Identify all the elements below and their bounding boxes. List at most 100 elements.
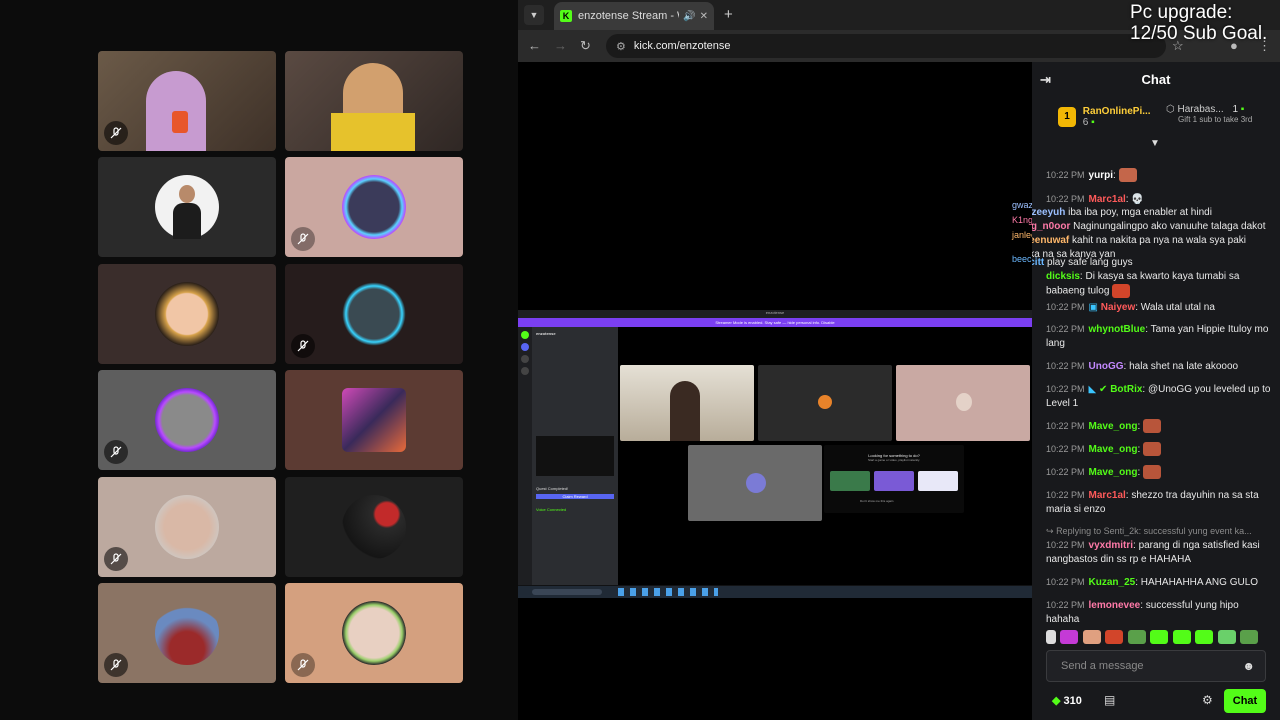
chat-message: K1ng_n0oor Naginungalingpo ako vanuuhe t…	[1032, 221, 1266, 232]
reload-icon[interactable]: ↻	[580, 38, 591, 54]
chat-message: 10:22 PM vyxdmitri: parang di nga satisfi…	[1046, 540, 1260, 565]
chat-message: 10:22 PM yurpi:	[1046, 168, 1274, 183]
gift-note: Gift 1 sub to take 3rd	[1178, 115, 1253, 124]
tab-kick[interactable]: K enzotense Stream - Watch 🔊 ✕	[554, 2, 714, 30]
tab-search-button[interactable]: ▼	[524, 5, 544, 25]
emote-icon[interactable]	[1217, 629, 1236, 644]
activity-card	[918, 471, 958, 491]
avatar	[155, 495, 219, 559]
video-call-grid	[0, 0, 518, 720]
new-tab-plus-icon[interactable]: +	[724, 6, 733, 23]
emote-icon[interactable]	[1127, 629, 1146, 644]
send-chat-button[interactable]: Chat	[1224, 689, 1266, 713]
participant-tile[interactable]	[285, 370, 463, 470]
participant-tile[interactable]	[98, 477, 276, 577]
gifter-count: 1	[1232, 104, 1238, 115]
mic-muted-icon	[291, 227, 315, 251]
expand-leaderboard-icon[interactable]: ▼	[1150, 138, 1160, 149]
drink-cup	[172, 111, 188, 133]
chat-message: 10:22 PM whynotBlue: Tama yan Hippie Itul…	[1046, 324, 1269, 349]
emote-icon	[1143, 442, 1161, 457]
activity-subtitle: Start a game or video, playlist instantl…	[868, 458, 920, 462]
emote-icon[interactable]	[1105, 629, 1124, 644]
speaker-icon[interactable]: 🔊	[683, 11, 695, 22]
participant-tile[interactable]	[285, 477, 463, 577]
points-value: 310	[1063, 695, 1082, 707]
emote-icon[interactable]	[1046, 629, 1056, 644]
participant-tile[interactable]	[98, 370, 276, 470]
stream-video-screenshare: enzotense Streamer Mode is enabled. Stay…	[518, 310, 1032, 598]
back-arrow-icon[interactable]: ←	[528, 38, 541, 53]
avatar	[155, 388, 219, 452]
chat-panel: ⇥ Chat 1 RanOnlinePi... 6 ▪ ⬡ Harabas...…	[1032, 62, 1280, 720]
participant-tile[interactable]	[285, 51, 463, 151]
url-text: kick.com/enzotense	[633, 40, 731, 52]
url-field[interactable]: ⚙ kick.com/enzotense	[606, 34, 1166, 58]
emote-icon[interactable]	[1240, 629, 1259, 644]
chat-message: 10:22 PM Marc1al: shezzo tra dayuhin na s…	[1046, 490, 1259, 515]
chat-message: dicksis: Di kasya sa kwarto kaya tumabi …	[1046, 271, 1240, 298]
activity-card	[874, 471, 914, 491]
voice-connected-text: Voice Connected	[536, 507, 567, 512]
skull-emote-icon: 💀	[1131, 194, 1144, 205]
chat-message: 10:22 PM ▣ Naiyew: Wala utal utal na	[1046, 302, 1215, 313]
emote-icon[interactable]	[1060, 629, 1079, 644]
badge-icon: ▣	[1088, 302, 1098, 313]
participant-tile[interactable]	[285, 583, 463, 683]
collapse-chat-icon[interactable]: ⇥	[1040, 72, 1051, 88]
settings-gear-icon[interactable]: ⚙	[1202, 693, 1213, 707]
send-message-input[interactable]: Send a message ☻	[1046, 650, 1266, 682]
verified-icon: ✔	[1099, 384, 1108, 395]
goal-line-1: Pc upgrade:	[1130, 2, 1233, 23]
reply-context[interactable]: ↪ Replying to Senti_2k: successful yung …	[1046, 526, 1252, 537]
emote-icon[interactable]	[1195, 629, 1214, 644]
sub-goal-overlay: Pc upgrade: 12/50 Sub Goal.	[1130, 2, 1280, 44]
participant-tile[interactable]	[285, 157, 463, 257]
dont-show-checkbox-label: Don't show me this again	[860, 499, 894, 503]
chat-message: 10:22 PM Mave_ong:	[1046, 442, 1274, 457]
sub-gifter-leaderboard: 1 RanOnlinePi... 6 ▪ ⬡ Harabas... 1 ▪ Gi…	[1032, 98, 1280, 149]
avatar	[155, 282, 219, 346]
channel-points[interactable]: ◆ 310	[1052, 694, 1082, 707]
gifter-name: RanOnlinePi...	[1082, 106, 1151, 117]
participant-tile[interactable]	[98, 51, 276, 151]
windows-taskbar	[518, 586, 1032, 598]
gifter-name: Harabas...	[1177, 104, 1224, 115]
chat-message: 10:22 PM Mave_ong:	[1046, 419, 1274, 434]
top-gifter[interactable]: 1 RanOnlinePi... 6 ▪	[1058, 106, 1151, 128]
forward-arrow-icon[interactable]: →	[554, 38, 567, 53]
close-icon[interactable]: ✕	[700, 11, 708, 22]
chat-message: gwazeeyuh iba iba poy, mga enabler at hi…	[1032, 207, 1212, 218]
participant-tile[interactable]	[98, 157, 276, 257]
emote-icon	[1143, 465, 1161, 480]
chat-messages: 10:22 PMyurpi: 10:22 PMMarc1al: 💀 gwazee…	[1032, 154, 1280, 634]
streamer-mode-banner: Streamer Mode is enabled. Stay safe — hi…	[518, 318, 1032, 327]
participant-tile[interactable]	[98, 264, 276, 364]
emote-icon[interactable]	[1082, 629, 1101, 644]
second-gifter[interactable]: ⬡ Harabas... 1 ▪ Gift 1 sub to take 3rd	[1166, 104, 1276, 124]
emoji-picker-icon[interactable]: ☻	[1242, 659, 1255, 673]
avatar	[342, 601, 406, 665]
participant-tile[interactable]	[285, 264, 463, 364]
bot-badge-icon: ◣	[1088, 384, 1097, 395]
kick-logo-icon: K	[560, 10, 572, 22]
emote-icon	[1118, 168, 1137, 183]
chat-message: 10:22 PM ◣ ✔ BotRix: @UnoGG you leveled u…	[1046, 384, 1271, 409]
chat-message: beecitt play safe lang guys	[1032, 257, 1133, 268]
voice-tile	[688, 445, 822, 521]
voice-tile-webcam	[620, 365, 754, 441]
quick-emote-bar	[1046, 628, 1274, 644]
gift-icon: ▪	[1240, 104, 1245, 115]
send-message-placeholder: Send a message	[1061, 660, 1144, 672]
stream-player[interactable]: enzotense Streamer Mode is enabled. Stay…	[518, 62, 1032, 720]
goal-line-2: 12/50 Sub Goal.	[1130, 23, 1268, 44]
mic-muted-icon	[104, 121, 128, 145]
silver-medal-icon: ⬡	[1166, 104, 1175, 115]
mic-muted-icon	[291, 653, 315, 677]
site-info-icon[interactable]: ⚙	[616, 40, 626, 53]
emote-icon[interactable]	[1150, 629, 1169, 644]
emote-icon[interactable]	[1172, 629, 1191, 644]
gifter-count: 6	[1082, 117, 1089, 128]
participant-tile[interactable]	[98, 583, 276, 683]
store-icon[interactable]: ▤	[1104, 693, 1115, 707]
